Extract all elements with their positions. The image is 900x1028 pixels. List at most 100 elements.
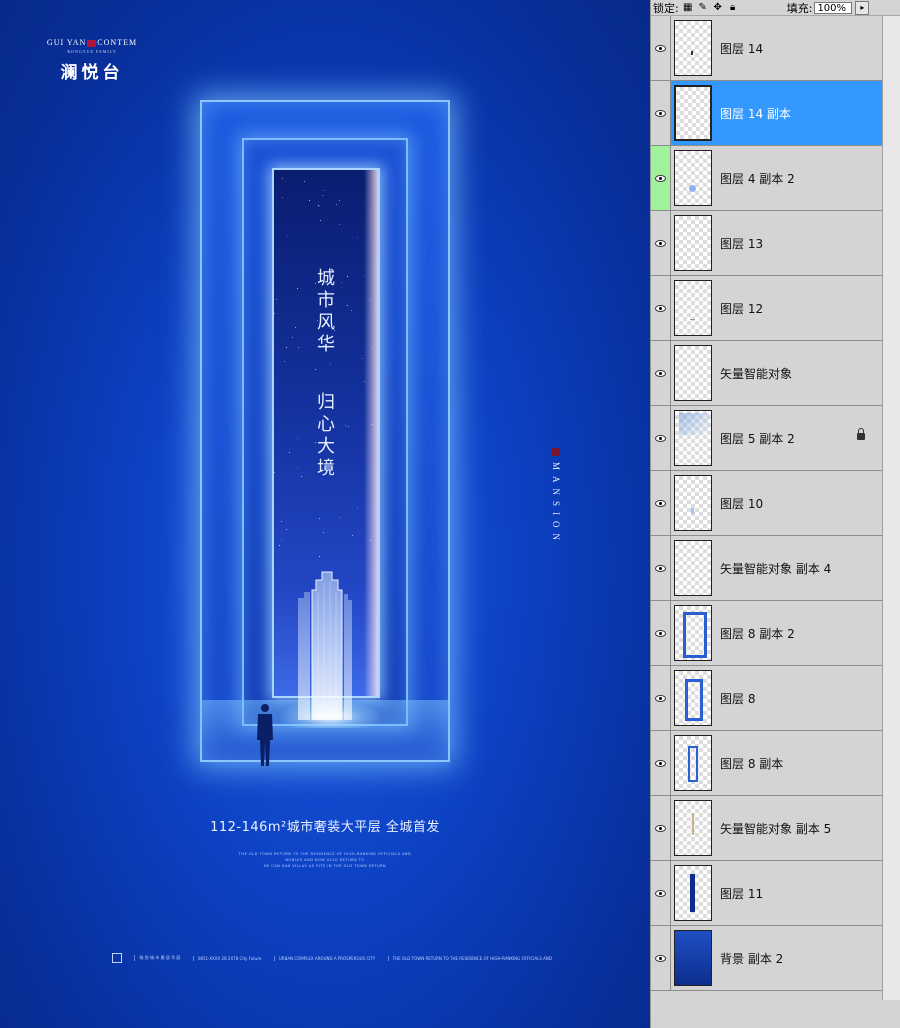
- visibility-toggle[interactable]: [651, 666, 671, 730]
- layer-row[interactable]: 图层 14: [651, 16, 883, 81]
- layer-row[interactable]: 图层 13: [651, 211, 883, 276]
- star-dot: [336, 204, 337, 205]
- star-dot: [345, 425, 346, 426]
- star-dot: [319, 556, 320, 557]
- star-dot: [304, 181, 305, 182]
- lock-label: 锁定:: [653, 1, 679, 15]
- lock-all-icon[interactable]: 🔒︎: [727, 2, 739, 14]
- glass-tower-icon: [298, 571, 352, 720]
- visibility-toggle[interactable]: [651, 341, 671, 405]
- layer-row[interactable]: 图层 8: [651, 666, 883, 731]
- layer-row[interactable]: 图层 14 副本: [651, 81, 883, 146]
- layer-row[interactable]: 矢量智能对象 副本 4: [651, 536, 883, 601]
- star-dot: [363, 275, 364, 276]
- visibility-toggle[interactable]: [651, 16, 671, 80]
- star-dot: [323, 190, 324, 191]
- visibility-toggle[interactable]: [651, 406, 671, 470]
- layer-name: 图层 4 副本 2: [720, 171, 795, 186]
- layer-name: 图层 12: [720, 301, 764, 316]
- layer-row[interactable]: 背景 副本 2: [651, 926, 883, 991]
- star-dot: [297, 438, 298, 439]
- visibility-toggle[interactable]: [651, 276, 671, 340]
- star-dot: [369, 299, 370, 300]
- layer-name: 图层 11: [720, 886, 764, 901]
- layer-name: 图层 10: [720, 496, 764, 511]
- visibility-toggle[interactable]: [651, 536, 671, 600]
- eye-icon: [655, 499, 666, 507]
- visibility-toggle[interactable]: [651, 146, 671, 210]
- star-dot: [340, 517, 341, 518]
- star-dot: [330, 364, 331, 365]
- star-dot: [318, 205, 319, 206]
- slogan-line-1: 城市风华: [314, 268, 335, 356]
- layer-row[interactable]: 图层 5 副本 2: [651, 406, 883, 471]
- layer-name: 图层 14: [720, 41, 764, 56]
- eye-icon: [655, 304, 666, 312]
- layer-row[interactable]: 图层 11: [651, 861, 883, 926]
- fill-input[interactable]: 100%: [814, 1, 853, 14]
- layer-thumbnail: [674, 865, 712, 921]
- footer-slogan: 暗 悦 城 市 雅 居 华 庭: [134, 955, 180, 961]
- visibility-toggle[interactable]: [651, 601, 671, 665]
- layers-toolbar: 锁定: ▦ ✎ ✥ 🔒︎ 填充: 100% ▸: [651, 0, 900, 16]
- star-dot: [289, 452, 290, 453]
- visibility-toggle[interactable]: [651, 81, 671, 145]
- star-dot: [372, 348, 373, 349]
- light-edge: [364, 170, 378, 696]
- layer-thumbnail: [674, 670, 712, 726]
- star-dot: [298, 347, 299, 348]
- footer-phone: 0851-XXXX 28 2X78 City Future: [192, 955, 261, 961]
- visibility-toggle[interactable]: [651, 731, 671, 795]
- eye-icon: [655, 759, 666, 767]
- star-dot: [319, 206, 320, 207]
- fine-print-3: HE CAN SAN VILLAS AS SITE IN THE OLD TOW…: [263, 864, 387, 868]
- layer-row[interactable]: 矢量智能对象 副本 5: [651, 796, 883, 861]
- layer-row[interactable]: 图层 8 副本 2: [651, 601, 883, 666]
- slogan-line-2: 归心大境: [314, 392, 335, 480]
- visibility-toggle[interactable]: [651, 861, 671, 925]
- visibility-toggle[interactable]: [651, 211, 671, 275]
- footer-tagline: URBAN COMPLEX AROUND A PROSPEROUS CITY: [273, 955, 375, 961]
- lock-brush-icon[interactable]: ✎: [697, 2, 709, 14]
- star-dot: [297, 467, 298, 468]
- layer-row[interactable]: 图层 4 副本 2: [651, 146, 883, 211]
- star-dot: [309, 200, 310, 201]
- brand-en-left: GUI YAN: [46, 38, 87, 47]
- layer-name: 图层 8 副本 2: [720, 626, 795, 641]
- poster-canvas: GUI YAN CONTEM RONGYUE FAMILY 澜悦台 城市风华 归心…: [0, 0, 650, 1028]
- eye-icon: [655, 889, 666, 897]
- eye-icon: [655, 239, 666, 247]
- star-dot: [284, 361, 285, 362]
- layer-thumbnail: [674, 20, 712, 76]
- layer-row[interactable]: 矢量智能对象: [651, 341, 883, 406]
- layer-thumbnail: [674, 930, 712, 986]
- layer-name: 图层 8: [720, 691, 756, 706]
- lock-move-icon[interactable]: ✥: [712, 2, 724, 14]
- star-dot: [274, 313, 275, 314]
- brand-subtitle: RONGYUE FAMILY: [67, 49, 117, 54]
- star-dot: [287, 235, 288, 236]
- brand-en-right: CONTEM: [97, 38, 138, 47]
- fill-slider-arrow-icon[interactable]: ▸: [855, 0, 870, 15]
- visibility-toggle[interactable]: [651, 796, 671, 860]
- star-dot: [279, 545, 280, 546]
- star-dot: [322, 195, 323, 196]
- brand-mark-icon: [87, 39, 97, 47]
- layer-thumbnail: [674, 540, 712, 596]
- fine-print-2: NOBLES AND NOW ALSO RETURN TO: [285, 858, 365, 862]
- lock-transparency-icon[interactable]: ▦: [682, 2, 694, 14]
- lock-icon: [857, 428, 865, 440]
- star-dot: [315, 369, 316, 370]
- eye-icon: [655, 629, 666, 637]
- star-dot: [362, 358, 363, 359]
- star-dot: [281, 540, 282, 541]
- visibility-toggle[interactable]: [651, 926, 671, 990]
- layer-row[interactable]: 图层 10: [651, 471, 883, 536]
- star-dot: [339, 200, 340, 201]
- layers-scrollbar[interactable]: [882, 16, 900, 1000]
- side-label: MANSION: [550, 448, 562, 546]
- star-dot: [286, 529, 287, 530]
- layer-row[interactable]: 图层 12: [651, 276, 883, 341]
- visibility-toggle[interactable]: [651, 471, 671, 535]
- layer-row[interactable]: 图层 8 副本: [651, 731, 883, 796]
